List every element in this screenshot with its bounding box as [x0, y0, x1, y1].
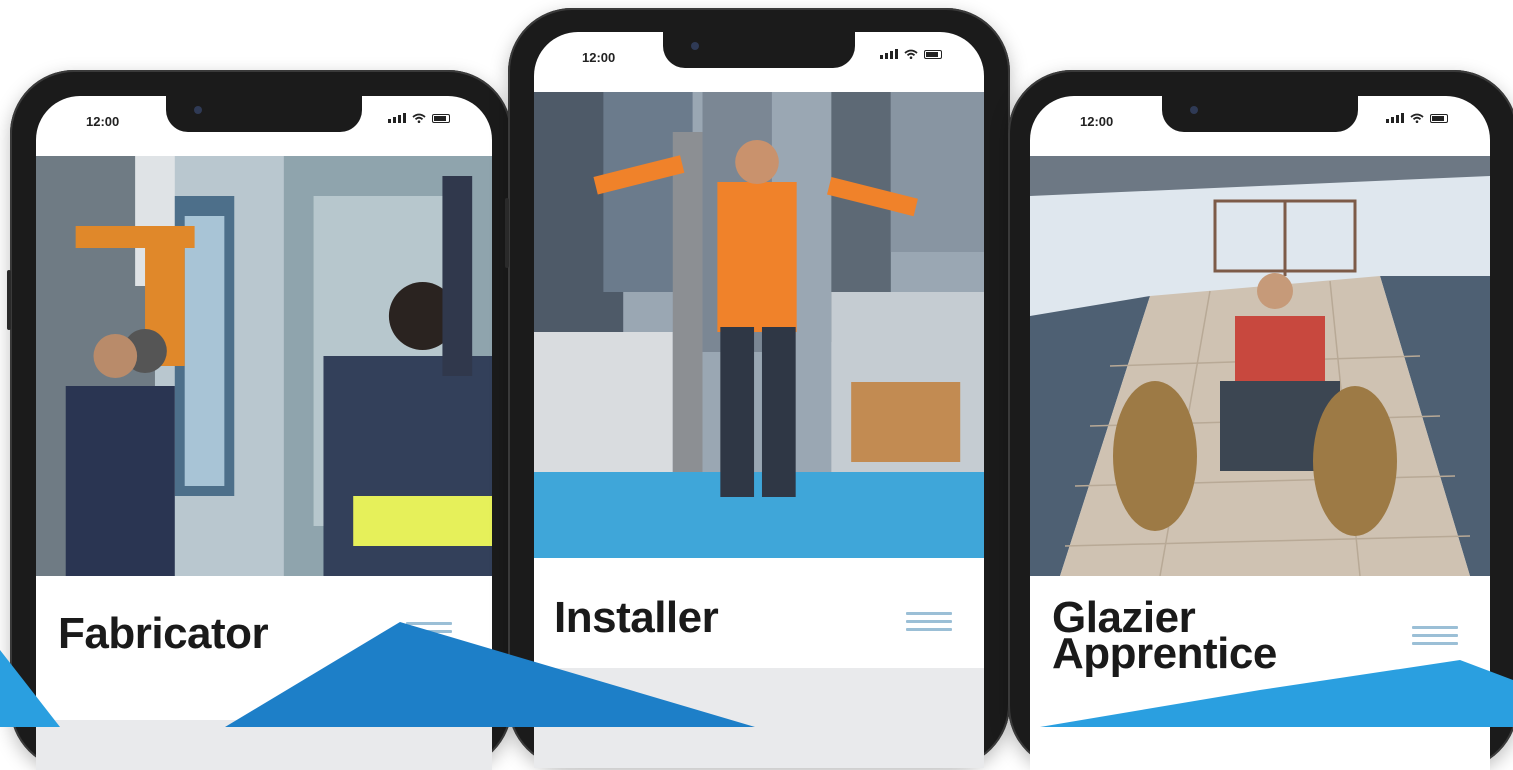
battery-icon — [924, 50, 942, 59]
wifi-icon — [904, 49, 918, 59]
signal-icon — [1386, 113, 1404, 123]
card-title-line2: Apprentice — [1052, 629, 1277, 678]
phone-fabricator: 12:00 Fabricator — [7, 70, 512, 770]
card-title: Installer — [554, 593, 719, 642]
status-icons — [1386, 113, 1448, 123]
fabricator-photo — [36, 156, 492, 576]
hamburger-menu-icon[interactable] — [1412, 626, 1458, 645]
signal-icon — [880, 49, 898, 59]
status-time: 12:00 — [582, 50, 616, 65]
phone-installer: 12:00 Installer — [505, 8, 1010, 768]
status-icons — [388, 113, 450, 123]
glazier-apprentice-photo — [1030, 156, 1490, 576]
camera-icon — [1190, 106, 1198, 114]
wifi-icon — [412, 113, 426, 123]
status-time: 12:00 — [86, 114, 120, 129]
phone-side-button — [7, 270, 11, 330]
battery-icon — [432, 114, 450, 123]
phone-glazier-apprentice: 12:00 Glazier Apprentice — [1008, 70, 1513, 770]
phone-notch — [1162, 96, 1358, 132]
phone-notch — [663, 32, 855, 68]
camera-icon — [691, 42, 699, 50]
hamburger-menu-icon[interactable] — [406, 622, 452, 641]
phone-side-button — [505, 198, 509, 268]
content-placeholder — [534, 668, 984, 768]
status-time: 12:00 — [1080, 114, 1114, 129]
installer-photo — [534, 92, 984, 558]
status-icons — [880, 49, 942, 59]
wifi-icon — [1410, 113, 1424, 123]
camera-icon — [194, 106, 202, 114]
phone-screen: 12:00 — [534, 32, 984, 768]
phone-screen: 12:00 — [36, 96, 492, 770]
battery-icon — [1430, 114, 1448, 123]
signal-icon — [388, 113, 406, 123]
hamburger-menu-icon[interactable] — [906, 612, 952, 631]
content-placeholder — [36, 720, 492, 770]
phone-screen: 12:00 — [1030, 96, 1490, 770]
phone-notch — [166, 96, 362, 132]
card-title: Fabricator — [58, 609, 269, 658]
